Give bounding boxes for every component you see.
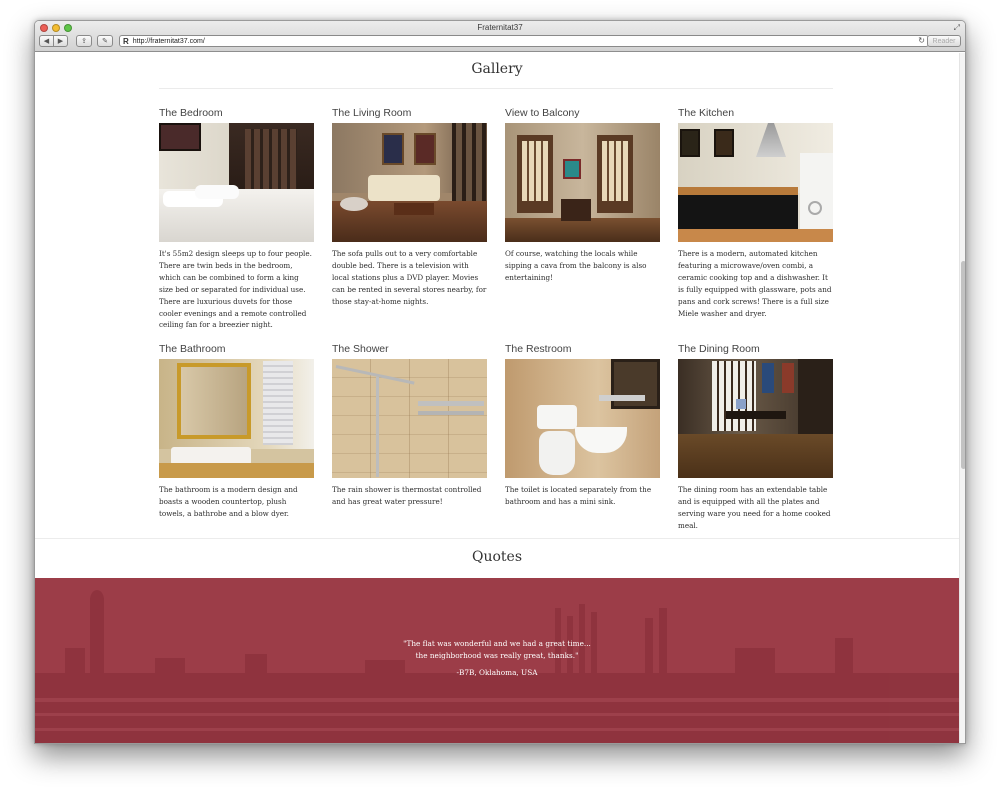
gallery-item-bedroom: The Bedroom It's 55m2 design sleeps up t… <box>159 107 314 331</box>
share-icon[interactable]: ⇪ <box>76 35 92 47</box>
reload-icon[interactable]: ↻ <box>918 36 925 45</box>
gallery-item-title: View to Balcony <box>505 107 580 119</box>
gallery-item-text: The bathroom is a modern design and boas… <box>159 485 298 518</box>
shower-photo[interactable] <box>332 359 487 478</box>
gallery-item-dining-room: The Dining Room The dining room has an e… <box>678 343 833 532</box>
quote-line-2: the neighborhood was really great, thank… <box>415 651 579 660</box>
quote-line-1: "The flat was wonderful and we had a gre… <box>403 639 591 648</box>
gallery-item-kitchen: The Kitchen There is a modern, automated… <box>678 107 833 319</box>
address-bar[interactable]: R http://fraternitat37.com/ ↻ <box>119 35 929 47</box>
page-viewport: Gallery The Bedroom It's 55m2 design sle… <box>35 53 959 743</box>
dining-room-photo[interactable] <box>678 359 833 478</box>
gallery-item-title: The Bathroom <box>159 343 226 355</box>
fullscreen-icon[interactable]: ⤢ <box>954 23 960 33</box>
gallery-item-balcony: View to Balcony Of course, watching the … <box>505 107 660 284</box>
divider <box>35 538 959 539</box>
restroom-photo[interactable] <box>505 359 660 478</box>
quotes-heading: Quotes <box>471 549 523 565</box>
gallery-item-text: The rain shower is thermostat controlled… <box>332 485 482 506</box>
gallery-item-text: The toilet is located separately from th… <box>505 485 652 506</box>
window-title: Fraternitat37 <box>477 23 523 32</box>
scrollbar-thumb[interactable] <box>961 261 965 469</box>
bedroom-photo[interactable] <box>159 123 314 242</box>
reader-button[interactable]: Reader <box>927 35 961 47</box>
browser-toolbar: ◀ ▶ ⇪ ✎ R http://fraternitat37.com/ ↻ Re… <box>39 35 961 49</box>
gallery-item-shower: The Shower The rain shower is thermostat… <box>332 343 487 508</box>
browser-chrome: Fraternitat37 ⤢ ◀ ▶ ⇪ ✎ R http://fratern… <box>35 21 965 52</box>
gallery-item-title: The Dining Room <box>678 343 760 355</box>
gallery-item-title: The Restroom <box>505 343 572 355</box>
gallery-item-title: The Shower <box>332 343 389 355</box>
forward-arrow-icon[interactable]: ▶ <box>54 35 68 47</box>
gallery-item-bathroom: The Bathroom The bathroom is a modern de… <box>159 343 314 520</box>
gallery-item-living-room: The Living Room The sofa pulls out to a … <box>332 107 487 308</box>
gallery-item-title: The Kitchen <box>678 107 735 119</box>
vertical-scrollbar[interactable] <box>959 53 965 743</box>
back-arrow-icon[interactable]: ◀ <box>39 35 54 47</box>
gallery-item-text: Of course, watching the locals while sip… <box>505 249 647 282</box>
reader-r-icon: R <box>123 36 129 46</box>
quote-text: "The flat was wonderful and we had a gre… <box>35 638 959 662</box>
browser-window: Fraternitat37 ⤢ ◀ ▶ ⇪ ✎ R http://fratern… <box>34 20 966 744</box>
gallery-item-restroom: The Restroom The toilet is located separ… <box>505 343 660 508</box>
balcony-photo[interactable] <box>505 123 660 242</box>
gallery-item-title: The Bedroom <box>159 107 223 119</box>
divider <box>159 88 833 89</box>
wrench-icon[interactable]: ✎ <box>97 35 113 47</box>
url-text[interactable]: http://fraternitat37.com/ <box>133 38 205 45</box>
gallery-item-title: The Living Room <box>332 107 412 119</box>
gallery-item-text: The dining room has an extendable table … <box>678 485 831 530</box>
gallery-item-text: It's 55m2 design sleeps up to four peopl… <box>159 249 312 330</box>
living-room-photo[interactable] <box>332 123 487 242</box>
gallery-item-text: There is a modern, automated kitchen fea… <box>678 249 832 318</box>
bathroom-photo[interactable] <box>159 359 314 478</box>
gallery-item-text: The sofa pulls out to a very comfortable… <box>332 249 487 306</box>
quote-banner: "The flat was wonderful and we had a gre… <box>35 578 959 743</box>
gallery-heading: Gallery <box>471 61 523 77</box>
quote-author: -B7B, Oklahoma, USA <box>456 668 538 677</box>
kitchen-photo[interactable] <box>678 123 833 242</box>
